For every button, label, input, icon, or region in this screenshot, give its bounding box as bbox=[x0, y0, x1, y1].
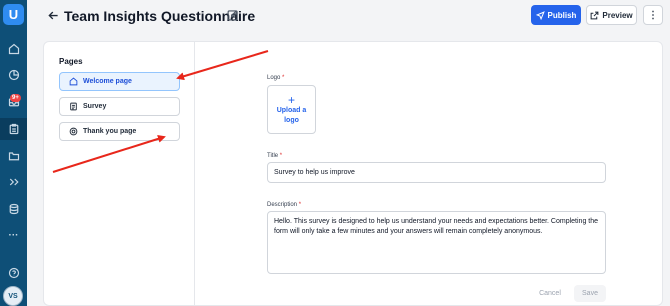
logo-label: Logo * bbox=[267, 75, 285, 81]
upload-label-line-2: logo bbox=[284, 116, 299, 124]
badge-icon bbox=[69, 127, 78, 136]
pages-title: Pages bbox=[59, 57, 83, 66]
folder-icon bbox=[8, 152, 19, 161]
title-label: Title * bbox=[267, 153, 283, 159]
rail-help[interactable] bbox=[0, 262, 27, 284]
page-item-welcome[interactable]: Welcome page bbox=[59, 72, 180, 91]
home-icon bbox=[69, 77, 78, 86]
description-textarea[interactable]: Hello. This survey is designed to help u… bbox=[267, 211, 606, 274]
page-item-thank-you[interactable]: Thank you page bbox=[59, 122, 180, 141]
title-input[interactable]: Survey to help us improve bbox=[267, 162, 606, 183]
rail-more[interactable]: ··· bbox=[0, 224, 27, 246]
required-mark: * bbox=[298, 202, 302, 208]
rail-integrations[interactable] bbox=[0, 171, 27, 193]
preview-label: Preview bbox=[602, 10, 633, 20]
edit-icon[interactable] bbox=[227, 9, 239, 21]
description-label: Description * bbox=[267, 202, 302, 208]
database-icon bbox=[9, 203, 18, 215]
cancel-button[interactable]: Cancel bbox=[532, 285, 568, 302]
page-item-survey[interactable]: Survey bbox=[59, 97, 180, 116]
left-rail: U 9+ ··· VS bbox=[0, 0, 27, 306]
arrow-left-icon bbox=[48, 11, 58, 20]
double-chevron-icon bbox=[9, 178, 19, 186]
clipboard-icon bbox=[9, 123, 18, 135]
send-icon bbox=[535, 10, 545, 20]
upload-logo-button[interactable]: + Upload a logo bbox=[267, 85, 316, 134]
page-item-label: Thank you page bbox=[83, 128, 137, 135]
rail-home[interactable] bbox=[0, 38, 27, 60]
page-item-label: Survey bbox=[83, 103, 107, 110]
save-button[interactable]: Save bbox=[574, 285, 606, 302]
publish-label: Publish bbox=[547, 10, 577, 20]
plus-icon: + bbox=[287, 92, 295, 107]
pie-chart-icon bbox=[8, 69, 19, 81]
back-arrow-icon[interactable] bbox=[48, 8, 59, 24]
rail-surveys[interactable] bbox=[0, 118, 27, 140]
document-icon bbox=[70, 102, 77, 111]
rail-database[interactable] bbox=[0, 198, 27, 220]
pages-panel: Pages Welcome page Survey Thank you page bbox=[44, 42, 195, 306]
home-icon bbox=[8, 43, 19, 55]
app-logo[interactable]: U bbox=[3, 4, 24, 25]
page-item-label: Welcome page bbox=[83, 78, 132, 85]
external-link-icon bbox=[590, 11, 599, 19]
publish-button[interactable]: Publish bbox=[531, 5, 581, 25]
notification-badge: 9+ bbox=[10, 94, 21, 102]
required-mark: * bbox=[282, 75, 285, 81]
rail-analytics[interactable] bbox=[0, 64, 27, 86]
user-avatar[interactable]: VS bbox=[3, 286, 23, 306]
upload-label-line-1: Upload a bbox=[276, 106, 307, 114]
editor-card: Pages Welcome page Survey Thank you page… bbox=[43, 41, 663, 306]
rail-folders[interactable] bbox=[0, 145, 27, 167]
required-mark: * bbox=[279, 153, 283, 159]
help-icon bbox=[8, 267, 19, 279]
more-options-button[interactable]: ⋮ bbox=[643, 5, 663, 25]
preview-button[interactable]: Preview bbox=[586, 5, 637, 25]
